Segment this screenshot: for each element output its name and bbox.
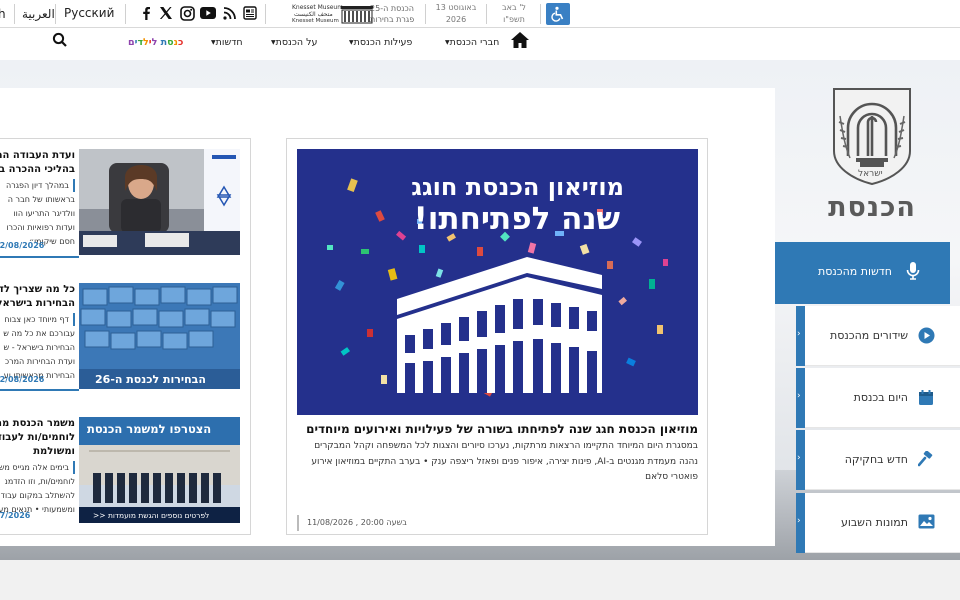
featured-article[interactable]: מוזיאון הכנסת חוגג שנה לפתיחתו! מוזיאון …	[286, 138, 708, 535]
knesset-number: הכנסת ה-25	[370, 4, 414, 13]
news-list: ועדת העבודה הר בהליכי ההכרה בפ במהלך דיו…	[0, 138, 251, 535]
nav-about[interactable]: ▼על הכנסת	[268, 37, 317, 48]
instagram-icon[interactable]	[178, 4, 196, 22]
list-item[interactable]: הבחירות לכנסת ה-26 כל מה שצריך לדע הבחיר…	[0, 283, 240, 391]
microphone-icon	[906, 262, 920, 280]
news-text: ועדת העבודה הר בהליכי ההכרה בפ במהלך דיו…	[0, 149, 75, 248]
image-headline-1: מוזיאון הכנסת חוגג	[411, 173, 624, 201]
side-menu-label: תמונות השבוע	[840, 516, 908, 529]
kids-knesset-link[interactable]: כנסת לילדים	[128, 37, 183, 48]
search-icon[interactable]	[52, 32, 68, 48]
page-footer-band	[0, 560, 960, 600]
thumbnail-caption: הצטרפו למשמר הכנסת	[87, 422, 212, 436]
side-menu-knesset-news[interactable]: חדשות מהכנסת	[775, 242, 950, 304]
news-date: 12/08/2026	[0, 375, 45, 384]
divider	[0, 389, 79, 391]
side-menu-today[interactable]: › היום בכנסת	[796, 368, 960, 428]
x-icon[interactable]	[157, 4, 175, 22]
museum-building-icon	[341, 6, 373, 24]
lang-link-english[interactable]: h	[0, 7, 6, 21]
recess-status: פגרת בחירות	[370, 15, 415, 24]
knesset-logo-text[interactable]: הכנסת	[824, 192, 920, 223]
home-icon[interactable]	[510, 31, 530, 49]
news-text: משמר הכנסת מח לוחמים/ות לעבוד ומשולמת בי…	[0, 417, 75, 516]
youtube-icon[interactable]	[199, 4, 217, 22]
lang-link-arabic[interactable]: العربية	[22, 7, 55, 21]
emblem-text: ישראל	[858, 169, 883, 179]
main-nav: כנסת לילדים ▼חדשות ▼על הכנסת ▼פעילות הכנ…	[0, 28, 960, 60]
news-thumbnail[interactable]: הצטרפו למשמר הכנסת לפרטים נוספים והגשת מ…	[79, 417, 240, 523]
nav-news[interactable]: ▼חדשות	[208, 37, 243, 48]
expand-tab[interactable]: ›	[796, 368, 805, 428]
menorah-emblem: ישראל	[830, 86, 914, 186]
news-thumbnail[interactable]	[79, 149, 240, 255]
facebook-icon[interactable]	[137, 4, 155, 22]
newsletter-icon[interactable]	[241, 4, 259, 22]
side-menu-photos[interactable]: › תמונות השבוע	[796, 493, 960, 553]
featured-article-summary: במסגרת היום המיוחד התקיימו הרצאות מרתקות…	[311, 441, 698, 482]
wheelchair-icon[interactable]	[546, 3, 570, 25]
utility-bar: h العربية Русский Knesset Museum متحف ال…	[0, 0, 960, 28]
museum-logo[interactable]: Knesset Museum متحف الكنيست Knesset Muse…	[290, 2, 422, 26]
side-menu-label: חדשות מהכנסת	[818, 265, 892, 278]
thumbnail-footer: לפרטים נוספים והגשת מועמדות <<	[93, 511, 210, 520]
thumbnail-caption: הבחירות לכנסת ה-26	[95, 373, 206, 386]
news-thumbnail[interactable]: הבחירות לכנסת ה-26	[79, 283, 240, 389]
gavel-icon	[917, 450, 934, 467]
nav-activity[interactable]: ▼פעילות הכנסת	[346, 37, 412, 48]
featured-article-image[interactable]: מוזיאון הכנסת חוגג שנה לפתיחתו!	[297, 149, 698, 415]
news-date: 12/08/2026	[0, 241, 45, 250]
play-icon	[918, 327, 935, 344]
committee-photo	[79, 149, 240, 255]
hebrew-date: ל' באב תשפ"ו	[502, 3, 526, 24]
image-icon	[918, 514, 935, 530]
rss-icon[interactable]	[220, 4, 238, 22]
expand-tab[interactable]: ›	[796, 493, 805, 553]
side-menu-broadcasts[interactable]: › שידורים מהכנסת	[796, 306, 960, 366]
list-item[interactable]: הצטרפו למשמר הכנסת לפרטים נוספים והגשת מ…	[0, 417, 240, 525]
expand-tab[interactable]: ›	[796, 306, 805, 366]
nav-members[interactable]: ▼חברי הכנסת	[442, 37, 499, 48]
side-menu-label: היום בכנסת	[853, 391, 908, 404]
news-date: 07/2026	[0, 511, 31, 520]
list-item[interactable]: ועדת העבודה הר בהליכי ההכרה בפ במהלך דיו…	[0, 149, 240, 257]
featured-article-date: 11/08/2026 , בשעה 20:00	[297, 515, 407, 531]
side-menu-legislation[interactable]: › חדש בחקיקה	[796, 430, 960, 490]
featured-article-title[interactable]: מוזיאון הכנסת חגג שנה לפתיחתו בשורה של פ…	[297, 422, 698, 436]
gregorian-date: 13 באוגוסט 2026	[435, 3, 477, 24]
divider	[0, 256, 79, 258]
side-menu-label: חדש בחקיקה	[844, 453, 908, 466]
museum-name-en-2: Knesset Museum	[292, 18, 339, 24]
lang-link-russian[interactable]: Русский	[64, 6, 114, 20]
expand-tab[interactable]: ›	[796, 430, 805, 490]
museum-name-ar: متحف الكنيست	[294, 11, 333, 18]
calendar-icon	[918, 389, 934, 405]
image-headline-2: שנה לפתיחתו!	[413, 201, 620, 237]
museum-name-en: Knesset Museum	[292, 4, 344, 11]
news-text: כל מה שצריך לדע הבחירות בישראל דף מיוחד …	[0, 283, 75, 382]
side-menu-label: שידורים מהכנסת	[830, 329, 908, 342]
